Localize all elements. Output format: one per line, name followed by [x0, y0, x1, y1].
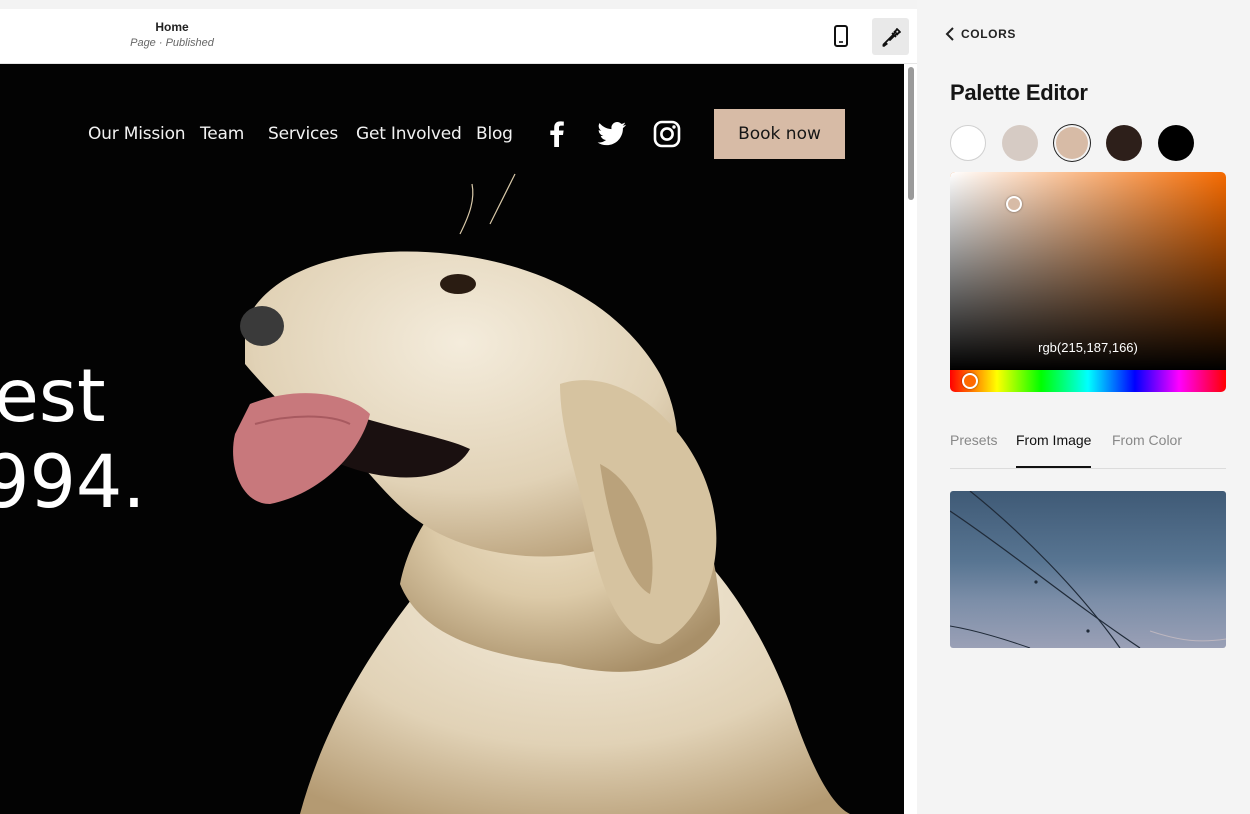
- palette-panel: COLORS Palette Editor rgb(215,187,166) P…: [917, 0, 1250, 814]
- facebook-icon: [550, 121, 564, 147]
- paintbrush-icon: [881, 27, 901, 47]
- nav-services[interactable]: Services: [268, 124, 338, 144]
- facebook-link[interactable]: [542, 119, 572, 149]
- editor-area: Home Page · Published Our Mission Team S…: [0, 0, 917, 814]
- palette-tabs: Presets From Image From Color: [950, 428, 1226, 469]
- editor-topbar: Home Page · Published: [0, 9, 917, 64]
- swatch-dark-brown[interactable]: [1106, 125, 1142, 161]
- hero-line-1: est: [0, 354, 106, 439]
- nav-team[interactable]: Team: [200, 124, 244, 144]
- mobile-view-button[interactable]: [826, 19, 856, 53]
- instagram-icon: [653, 120, 681, 148]
- hero-heading: est 994.: [0, 354, 146, 526]
- back-label: COLORS: [961, 27, 1016, 41]
- power-lines-image: [950, 491, 1226, 648]
- top-strip: [0, 0, 917, 9]
- panel-title: Palette Editor: [950, 80, 1088, 105]
- mobile-phone-icon: [834, 25, 848, 47]
- tab-presets[interactable]: Presets: [950, 432, 997, 468]
- site-preview: Our Mission Team Services Get Involved B…: [0, 64, 904, 814]
- site-nav: Our Mission Team Services Get Involved B…: [0, 109, 904, 159]
- book-now-button[interactable]: Book now: [714, 109, 845, 159]
- rgb-value: rgb(215,187,166): [1038, 340, 1138, 355]
- instagram-link[interactable]: [652, 119, 682, 149]
- nav-our-mission[interactable]: Our Mission: [88, 124, 186, 144]
- hue-slider-thumb[interactable]: [962, 373, 978, 389]
- tab-from-color[interactable]: From Color: [1112, 432, 1182, 468]
- page-info[interactable]: Home Page · Published: [96, 19, 248, 51]
- twitter-link[interactable]: [597, 119, 627, 149]
- page-title: Home: [155, 20, 189, 34]
- back-to-colors[interactable]: COLORS: [945, 26, 1016, 42]
- swatch-white[interactable]: [950, 125, 986, 161]
- page-status: Page · Published: [130, 37, 214, 49]
- chevron-left-icon: [945, 27, 954, 41]
- nav-blog[interactable]: Blog: [476, 124, 513, 144]
- source-image-thumbnail[interactable]: [950, 491, 1226, 648]
- design-button[interactable]: [872, 18, 909, 55]
- hero-line-2: 994.: [0, 440, 146, 525]
- app: Home Page · Published Our Mission Team S…: [0, 0, 1250, 814]
- color-picker: rgb(215,187,166): [950, 172, 1226, 392]
- swatch-black[interactable]: [1158, 125, 1194, 161]
- twitter-icon: [597, 122, 626, 146]
- tab-from-image[interactable]: From Image: [1016, 432, 1092, 468]
- color-picker-thumb[interactable]: [1006, 196, 1022, 212]
- swatch-accent-selected[interactable]: [1056, 127, 1088, 159]
- swatch-light-taupe[interactable]: [1002, 125, 1038, 161]
- saturation-value-area[interactable]: rgb(215,187,166): [950, 172, 1226, 370]
- nav-get-involved[interactable]: Get Involved: [356, 124, 462, 144]
- hue-slider[interactable]: [950, 370, 1226, 392]
- preview-scrollbar-thumb[interactable]: [908, 67, 914, 200]
